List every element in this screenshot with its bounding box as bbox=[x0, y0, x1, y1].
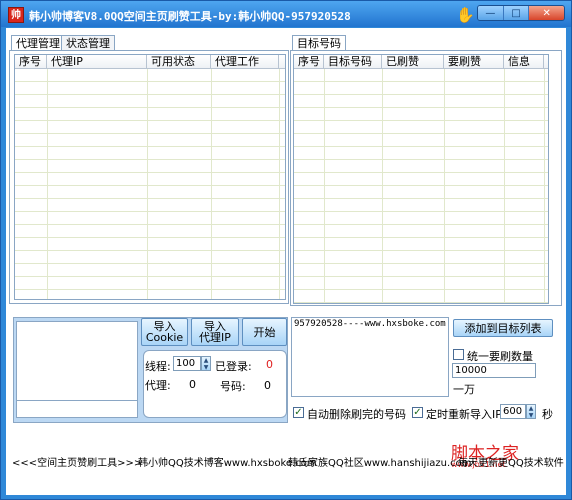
proxy-count-value: 0 bbox=[189, 378, 196, 391]
col-index[interactable]: 序号 bbox=[294, 55, 324, 68]
reimport-label: 定时重新导入IP bbox=[426, 408, 502, 421]
maximize-button[interactable]: □ bbox=[503, 6, 530, 20]
col-index[interactable]: 序号 bbox=[15, 55, 47, 68]
col-info[interactable]: 信息 bbox=[504, 55, 544, 68]
grid-line bbox=[504, 69, 505, 303]
target-table-header: 序号 目标号码 已刷赞 要刷赞 信息 bbox=[294, 55, 548, 69]
grid-line bbox=[544, 69, 545, 303]
count-input[interactable]: 10000 bbox=[452, 363, 536, 378]
col-target-number[interactable]: 目标号码 bbox=[324, 55, 382, 68]
target-table-rows bbox=[294, 69, 548, 303]
col-proxy-ip[interactable]: 代理IP bbox=[47, 55, 147, 68]
status-item-community[interactable]: 韩氏家族QQ社区www.hanshijiazu.com bbox=[288, 454, 471, 469]
window-controls: — □ ✕ bbox=[477, 5, 565, 21]
target-table[interactable]: 序号 目标号码 已刷赞 要刷赞 信息 bbox=[293, 54, 549, 304]
client-area: 代理管理 状态管理 序号 代理IP 可用状态 代理工作 目标号码 序号 目标号码… bbox=[6, 28, 566, 495]
grid-line bbox=[279, 69, 280, 299]
grid-line bbox=[147, 69, 148, 299]
cookie-input[interactable] bbox=[16, 400, 138, 418]
auto-delete-checkbox[interactable]: ✓ bbox=[293, 407, 304, 418]
proxy-table-header: 序号 代理IP 可用状态 代理工作 bbox=[15, 55, 285, 69]
grid-line bbox=[211, 69, 212, 299]
app-window: 帅 韩小帅博客V8.0QQ空间主页刷赞工具-by:韩小帅QQ-957920528… bbox=[0, 0, 572, 500]
tab-target-numbers[interactable]: 目标号码 bbox=[292, 35, 346, 51]
grid-line bbox=[324, 69, 325, 303]
grid-line bbox=[382, 69, 383, 303]
col-proxy-work[interactable]: 代理工作 bbox=[211, 55, 279, 68]
status-item-daily-update: 每天更新更QQ技术软件 bbox=[458, 458, 564, 469]
reimport-unit: 秒 bbox=[542, 408, 553, 421]
threads-spinner[interactable]: ▲ ▼ bbox=[201, 356, 211, 371]
app-logo-icon: 帅 bbox=[8, 7, 24, 23]
col-to-like[interactable]: 要刷赞 bbox=[444, 55, 504, 68]
threads-input[interactable]: 100 bbox=[173, 356, 201, 371]
start-button[interactable]: 开始 bbox=[242, 318, 287, 346]
status-bar: <<<空间主页赞刷工具>>> 韩小帅QQ技术博客www.hxsboke.com … bbox=[6, 453, 566, 469]
unify-count-label: 统一要刷数量 bbox=[467, 350, 533, 363]
tab-status-manage[interactable]: 状态管理 bbox=[61, 35, 115, 51]
reimport-input[interactable]: 600 bbox=[500, 404, 526, 419]
col-liked[interactable]: 已刷赞 bbox=[382, 55, 444, 68]
hand-icon[interactable]: ✋ bbox=[456, 6, 475, 24]
count-hint: 一万 bbox=[453, 383, 475, 396]
reimport-spinner[interactable]: ▲ ▼ bbox=[526, 404, 536, 419]
import-cookie-label-2: Cookie bbox=[145, 331, 184, 344]
import-cookie-button[interactable]: 导入 Cookie bbox=[141, 318, 188, 346]
logged-label: 已登录: bbox=[215, 360, 252, 373]
import-proxy-button[interactable]: 导入 代理IP bbox=[191, 318, 239, 346]
account-count-value: 0 bbox=[264, 379, 271, 392]
unify-count-checkbox[interactable] bbox=[453, 349, 464, 360]
proxy-table[interactable]: 序号 代理IP 可用状态 代理工作 bbox=[14, 54, 286, 300]
close-button[interactable]: ✕ bbox=[529, 6, 564, 20]
account-count-label: 号码: bbox=[220, 380, 246, 393]
import-proxy-label-2: 代理IP bbox=[199, 331, 231, 344]
target-textarea-text: 957920528----www.hxsboke.com bbox=[294, 319, 446, 329]
reimport-checkbox[interactable]: ✓ bbox=[412, 407, 423, 418]
status-item-tool-name: <<<空间主页赞刷工具>>> bbox=[12, 458, 143, 469]
grid-line bbox=[47, 69, 48, 299]
minimize-button[interactable]: — bbox=[478, 6, 504, 20]
window-title: 韩小帅博客V8.0QQ空间主页刷赞工具-by:韩小帅QQ-957920528 bbox=[29, 10, 351, 23]
logged-value: 0 bbox=[266, 358, 273, 371]
grid-line bbox=[444, 69, 445, 303]
auto-delete-label: 自动删除刷完的号码 bbox=[307, 408, 406, 421]
title-bar[interactable]: 帅 韩小帅博客V8.0QQ空间主页刷赞工具-by:韩小帅QQ-957920528… bbox=[1, 1, 571, 27]
proxy-count-label: 代理: bbox=[145, 379, 171, 392]
threads-label: 线程: bbox=[145, 360, 171, 373]
cookie-list[interactable] bbox=[16, 321, 138, 401]
add-to-target-button[interactable]: 添加到目标列表 bbox=[453, 319, 553, 337]
target-textarea[interactable]: 957920528----www.hxsboke.com bbox=[291, 317, 449, 397]
tab-proxy-manage[interactable]: 代理管理 bbox=[11, 35, 65, 51]
col-available[interactable]: 可用状态 bbox=[147, 55, 211, 68]
proxy-table-rows bbox=[15, 69, 285, 299]
